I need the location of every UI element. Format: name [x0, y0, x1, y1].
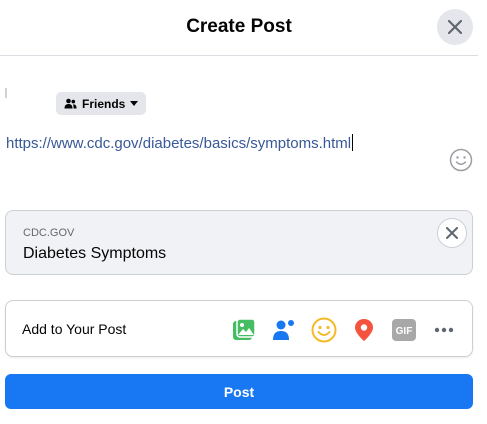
emoji-button[interactable]: [449, 148, 473, 172]
gif-button[interactable]: GIF: [391, 317, 417, 343]
tag-people-button[interactable]: [271, 317, 297, 343]
close-button[interactable]: [437, 9, 473, 45]
dialog-title: Create Post: [186, 16, 292, 37]
close-icon: [448, 20, 462, 34]
link-preview[interactable]: CDC.GOV Diabetes Symptoms: [5, 210, 473, 275]
people-icon: [64, 98, 77, 109]
gif-icon: GIF: [392, 319, 416, 341]
audience-selector[interactable]: Friends: [56, 92, 147, 115]
link-domain: CDC.GOV: [23, 227, 75, 239]
post-button[interactable]: Post: [5, 374, 473, 409]
location-icon: [355, 319, 373, 341]
audience-label: Friends: [82, 96, 126, 111]
text-cursor: [352, 134, 354, 151]
smiley-icon: [449, 148, 473, 172]
avatar: [5, 88, 7, 98]
add-to-post-bar: Add to Your Post GIF: [5, 300, 473, 357]
more-icon: [434, 327, 454, 333]
close-icon: [446, 227, 458, 239]
photo-video-icon: [233, 318, 256, 340]
post-text: https://www.cdc.gov/diabetes/basics/symp…: [6, 135, 352, 152]
dialog-header: Create Post: [0, 0, 478, 56]
add-to-post-label: Add to Your Post: [22, 321, 127, 337]
link-title: Diabetes Symptoms: [23, 245, 167, 262]
remove-preview-button[interactable]: [437, 218, 467, 248]
post-text-input[interactable]: https://www.cdc.gov/diabetes/basics/symp…: [6, 134, 354, 152]
gif-text: GIF: [396, 326, 413, 337]
caret-down-icon: [130, 101, 139, 106]
feeling-icon: [311, 317, 337, 343]
tag-people-icon: [273, 320, 294, 340]
feeling-activity-button[interactable]: [311, 317, 337, 343]
photo-video-button[interactable]: [231, 317, 257, 343]
more-options-button[interactable]: [431, 317, 457, 343]
check-in-button[interactable]: [351, 317, 377, 343]
